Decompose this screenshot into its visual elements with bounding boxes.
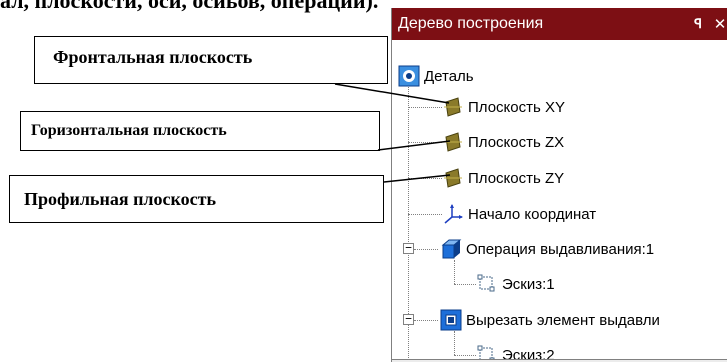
profile-plane-callout-label: Профильная плоскость	[24, 188, 217, 209]
pin-icon[interactable]: ꟼ	[687, 16, 709, 32]
tree-item-part[interactable]: Деталь	[398, 64, 474, 88]
part-icon	[398, 65, 420, 87]
construction-tree: Деталь Плоскость XY Плоскость ZX Плоскос…	[392, 40, 727, 362]
tree-connector-line	[414, 320, 438, 321]
tree-connector-line	[454, 260, 455, 284]
close-icon[interactable]: ✕	[709, 15, 727, 33]
tree-item-sketch-1[interactable]: Эскиз:1	[476, 272, 555, 296]
tree-item-label: Плоскость XY	[468, 98, 565, 116]
tree-item-cut-operation[interactable]: Вырезать элемент выдавли	[440, 308, 660, 332]
tree-item-extrude-operation[interactable]: Операция выдавливания:1	[440, 237, 654, 261]
plane-icon	[442, 167, 464, 189]
tree-item-label: Вырезать элемент выдавли	[466, 311, 660, 329]
profile-plane-callout: Профильная плоскость	[9, 175, 384, 223]
tree-item-plane-zy[interactable]: Плоскость ZY	[442, 166, 564, 190]
tree-connector-line	[414, 249, 438, 250]
collapse-toggle[interactable]: −	[403, 242, 414, 254]
tree-item-label: Плоскость ZX	[468, 133, 565, 151]
tree-item-label: Начало координат	[468, 205, 597, 223]
plane-icon	[442, 131, 464, 153]
sketch-icon	[476, 273, 498, 295]
frontal-plane-callout: Фронтальная плоскость	[34, 36, 388, 84]
tree-item-label: Плоскость ZY	[468, 169, 565, 187]
tree-connector-line	[408, 107, 442, 108]
horizontal-plane-callout-label: Горизонтальная плоскость	[31, 122, 227, 139]
tree-item-plane-zx[interactable]: Плоскость ZX	[442, 130, 564, 154]
tree-connector-line	[454, 355, 476, 356]
coordinate-axes-icon	[442, 203, 464, 225]
frontal-plane-callout-label: Фронтальная плоскость	[53, 47, 253, 67]
tree-item-label: Эскиз:1	[502, 275, 555, 293]
panel-titlebar: Дерево построения ꟼ ✕	[392, 8, 727, 40]
cut-extrude-icon	[440, 309, 462, 331]
horizontal-plane-callout: Горизонтальная плоскость	[20, 111, 380, 151]
tree-item-plane-xy[interactable]: Плоскость XY	[442, 95, 565, 119]
panel-title: Дерево построения	[398, 15, 544, 32]
collapse-toggle[interactable]: −	[403, 313, 414, 325]
tree-connector-line	[408, 142, 442, 143]
tree-connector-line	[408, 214, 442, 215]
tree-item-label: Деталь	[424, 67, 474, 85]
tree-connector-line	[454, 331, 455, 355]
tree-connector-line	[454, 284, 476, 285]
tree-item-label: Операция выдавливания:1	[466, 240, 655, 258]
top-caption-text: ал, плоскости, оси, осиьов, операций).	[0, 0, 379, 13]
tree-item-origin[interactable]: Начало координат	[442, 202, 596, 226]
tree-connector-line	[408, 178, 442, 179]
construction-tree-panel: Дерево построения ꟼ ✕ Деталь Плоскость X…	[391, 8, 727, 362]
extrude-solid-icon	[440, 238, 462, 260]
plane-icon	[442, 96, 464, 118]
